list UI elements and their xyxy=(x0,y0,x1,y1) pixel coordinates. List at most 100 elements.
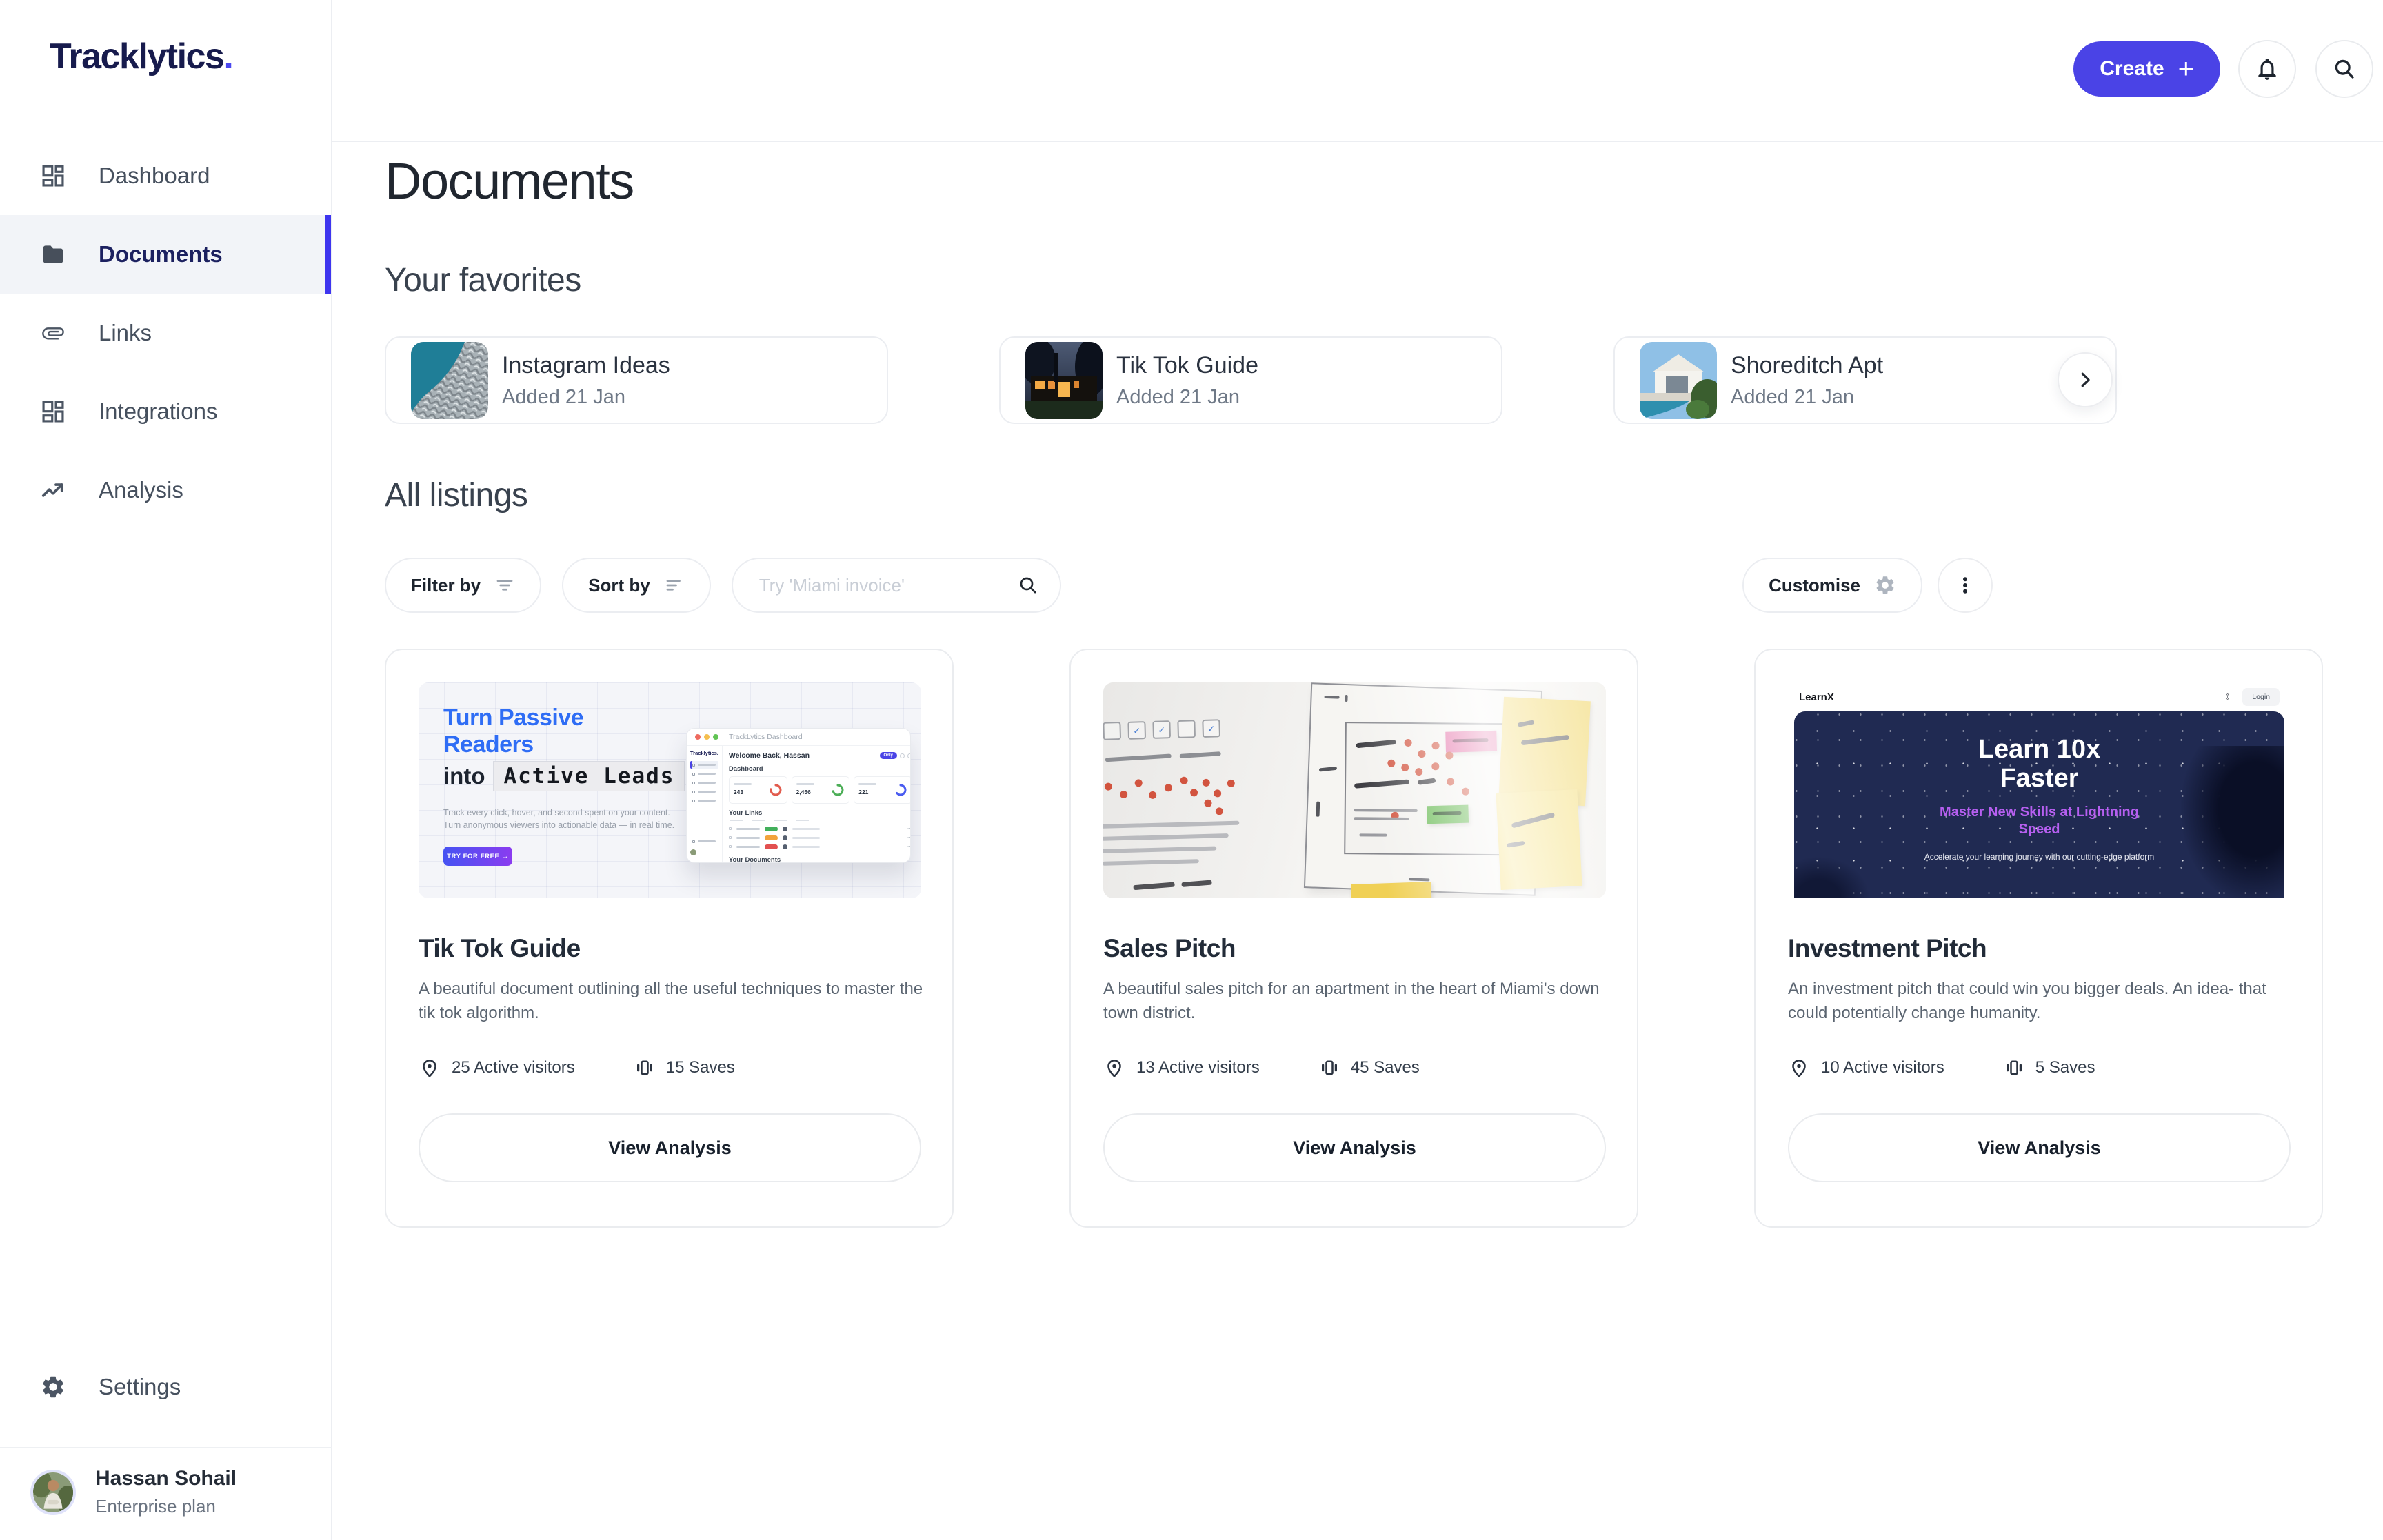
paperclip-icon xyxy=(40,320,66,346)
saves-icon xyxy=(1319,1057,1340,1078)
customise-button[interactable]: Customise xyxy=(1742,558,1922,613)
favorite-title: Shoreditch Apt xyxy=(1731,352,1884,378)
favorite-thumbnail xyxy=(411,341,488,419)
sidebar-item-analysis[interactable]: Analysis xyxy=(0,451,331,529)
listing-card-sales-pitch[interactable]: ✓ ✓ ✓ Sales Pitch A beautiful sales pitc… xyxy=(1069,649,1638,1228)
view-analysis-button[interactable]: View Analysis xyxy=(1103,1113,1606,1182)
moon-icon: ☾ xyxy=(2224,691,2235,703)
sidebar: Tracklytics. Dashboard Documents Links I… xyxy=(0,0,332,1540)
favorite-title: Instagram Ideas xyxy=(502,352,670,378)
avatar-illustration xyxy=(33,1472,73,1512)
plus-icon: + xyxy=(2178,54,2194,84)
location-pin-icon xyxy=(1788,1057,1810,1079)
listing-card-tik-tok-guide[interactable]: Turn Passive Readers into Active Leads T… xyxy=(385,649,954,1228)
integrations-icon xyxy=(40,398,66,425)
search-input[interactable] xyxy=(758,574,1014,596)
favorite-added-date: Added 21 Jan xyxy=(1116,385,1240,408)
favorite-card-shoreditch-apt[interactable]: Shoreditch Apt Added 21 Jan xyxy=(1613,336,2117,424)
search-icon xyxy=(1017,574,1039,596)
main-content: Documents Your favorites Instagram Ideas… xyxy=(385,142,2326,1228)
user-name: Hassan Sohail xyxy=(95,1467,237,1490)
sidebar-item-documents[interactable]: Documents xyxy=(0,215,331,294)
filter-icon xyxy=(494,575,515,596)
document-preview-image: LearnX ☾ Login Learn 10x Faster Master N… xyxy=(1788,682,2291,898)
app: Tracklytics. Dashboard Documents Links I… xyxy=(0,0,2383,1540)
active-visitors-stat: 13 Active visitors xyxy=(1103,1057,1260,1079)
saves-stat: 5 Saves xyxy=(2004,1057,2095,1078)
search-icon xyxy=(2332,57,2357,81)
user-meta: Hassan Sohail Enterprise plan xyxy=(95,1467,237,1517)
listing-description: A beautiful document outlining all the u… xyxy=(419,980,923,1022)
favorite-thumbnail xyxy=(1640,341,1717,419)
document-preview-image: Turn Passive Readers into Active Leads T… xyxy=(419,682,921,898)
customise-label: Customise xyxy=(1769,574,1860,596)
favorites-heading: Your favorites xyxy=(385,262,581,298)
sidebar-item-label: Integrations xyxy=(99,398,218,424)
listing-card-investment-pitch[interactable]: LearnX ☾ Login Learn 10x Faster Master N… xyxy=(1754,649,2323,1228)
sidebar-item-label: Documents xyxy=(99,241,223,267)
listing-stats: 10 Active visitors 5 Saves xyxy=(1788,1057,2289,1079)
favorite-added-date: Added 21 Jan xyxy=(1731,385,1854,408)
sidebar-item-label: Settings xyxy=(99,1374,181,1399)
try-for-free-button: TRY FOR FREE → xyxy=(443,847,512,866)
dashboard-icon xyxy=(40,163,66,189)
favorite-thumbnail xyxy=(1025,341,1103,419)
top-header: Create + xyxy=(332,0,2383,142)
sidebar-divider xyxy=(0,1447,332,1448)
sidebar-nav: Dashboard Documents Links Integrations A… xyxy=(0,136,331,529)
traffic-light-green xyxy=(713,734,718,740)
sidebar-item-links[interactable]: Links xyxy=(0,294,331,372)
favorite-title: Tik Tok Guide xyxy=(1116,352,1258,378)
traffic-light-yellow xyxy=(704,734,710,740)
document-preview-image: ✓ ✓ ✓ xyxy=(1103,682,1606,898)
listing-title: Tik Tok Guide xyxy=(419,934,581,962)
listing-description: An investment pitch that could win you b… xyxy=(1788,980,2266,1022)
yellow-sticky-note xyxy=(1496,789,1582,890)
preview-headline: Turn Passive xyxy=(443,705,584,731)
favorites-row: Instagram Ideas Added 21 Jan Tik Tok Gui… xyxy=(385,336,2326,424)
user-profile[interactable]: Hassan Sohail Enterprise plan xyxy=(30,1467,237,1517)
sidebar-item-dashboard[interactable]: Dashboard xyxy=(0,136,331,215)
favorite-card-tik-tok-guide[interactable]: Tik Tok Guide Added 21 Jan xyxy=(999,336,1502,424)
sidebar-item-label: Analysis xyxy=(99,477,183,503)
window-title: TrackLytics Dashboard xyxy=(729,733,803,741)
sidebar-item-integrations[interactable]: Integrations xyxy=(0,372,331,451)
sort-by-button[interactable]: Sort by xyxy=(562,558,711,613)
listings-controls: Filter by Sort by Try 'Miami invoice' Cu… xyxy=(385,558,2326,613)
search-button[interactable] xyxy=(2315,40,2373,98)
favorites-next-button[interactable] xyxy=(2058,352,2113,407)
view-analysis-button[interactable]: View Analysis xyxy=(1788,1113,2291,1182)
bell-icon xyxy=(2254,56,2280,82)
yellow-sticky-note xyxy=(1351,881,1432,898)
view-analysis-button[interactable]: View Analysis xyxy=(419,1113,921,1182)
listing-stats: 13 Active visitors 45 Saves xyxy=(1103,1057,1605,1079)
listings-search xyxy=(731,558,1061,613)
create-button[interactable]: Create + xyxy=(2073,41,2220,97)
sidebar-item-label: Dashboard xyxy=(99,163,210,188)
preview-app-window: TrackLytics Dashboard Tracklytics. Welco… xyxy=(686,728,911,863)
listing-title: Investment Pitch xyxy=(1788,934,1987,962)
kebab-icon xyxy=(1955,575,1975,596)
header-actions: Create + xyxy=(2073,40,2373,98)
sidebar-item-label: Links xyxy=(99,320,152,345)
filter-by-button[interactable]: Filter by xyxy=(385,558,542,613)
saves-icon xyxy=(634,1057,655,1078)
brand-name: Tracklytics xyxy=(50,37,225,77)
notifications-button[interactable] xyxy=(2238,40,2296,98)
sidebar-item-settings[interactable]: Settings xyxy=(0,1348,331,1426)
learnx-logo: LearnX xyxy=(1799,691,1834,703)
brand-dot: . xyxy=(223,37,233,77)
avatar xyxy=(30,1469,76,1515)
green-sticky-note xyxy=(1427,804,1469,824)
sort-by-label: Sort by xyxy=(588,574,650,596)
active-visitors-stat: 25 Active visitors xyxy=(419,1057,575,1079)
listing-description: A beautiful sales pitch for an apartment… xyxy=(1103,980,1600,1022)
pink-sticky-note xyxy=(1445,730,1498,753)
more-options-button[interactable] xyxy=(1938,558,1993,613)
page-title: Documents xyxy=(385,152,634,210)
folder-icon xyxy=(40,241,66,267)
whiteboard-sketch: ✓ ✓ ✓ xyxy=(1103,684,1309,896)
gear-icon xyxy=(40,1374,66,1400)
favorite-card-instagram-ideas[interactable]: Instagram Ideas Added 21 Jan xyxy=(385,336,888,424)
chevron-right-icon xyxy=(2075,369,2095,390)
